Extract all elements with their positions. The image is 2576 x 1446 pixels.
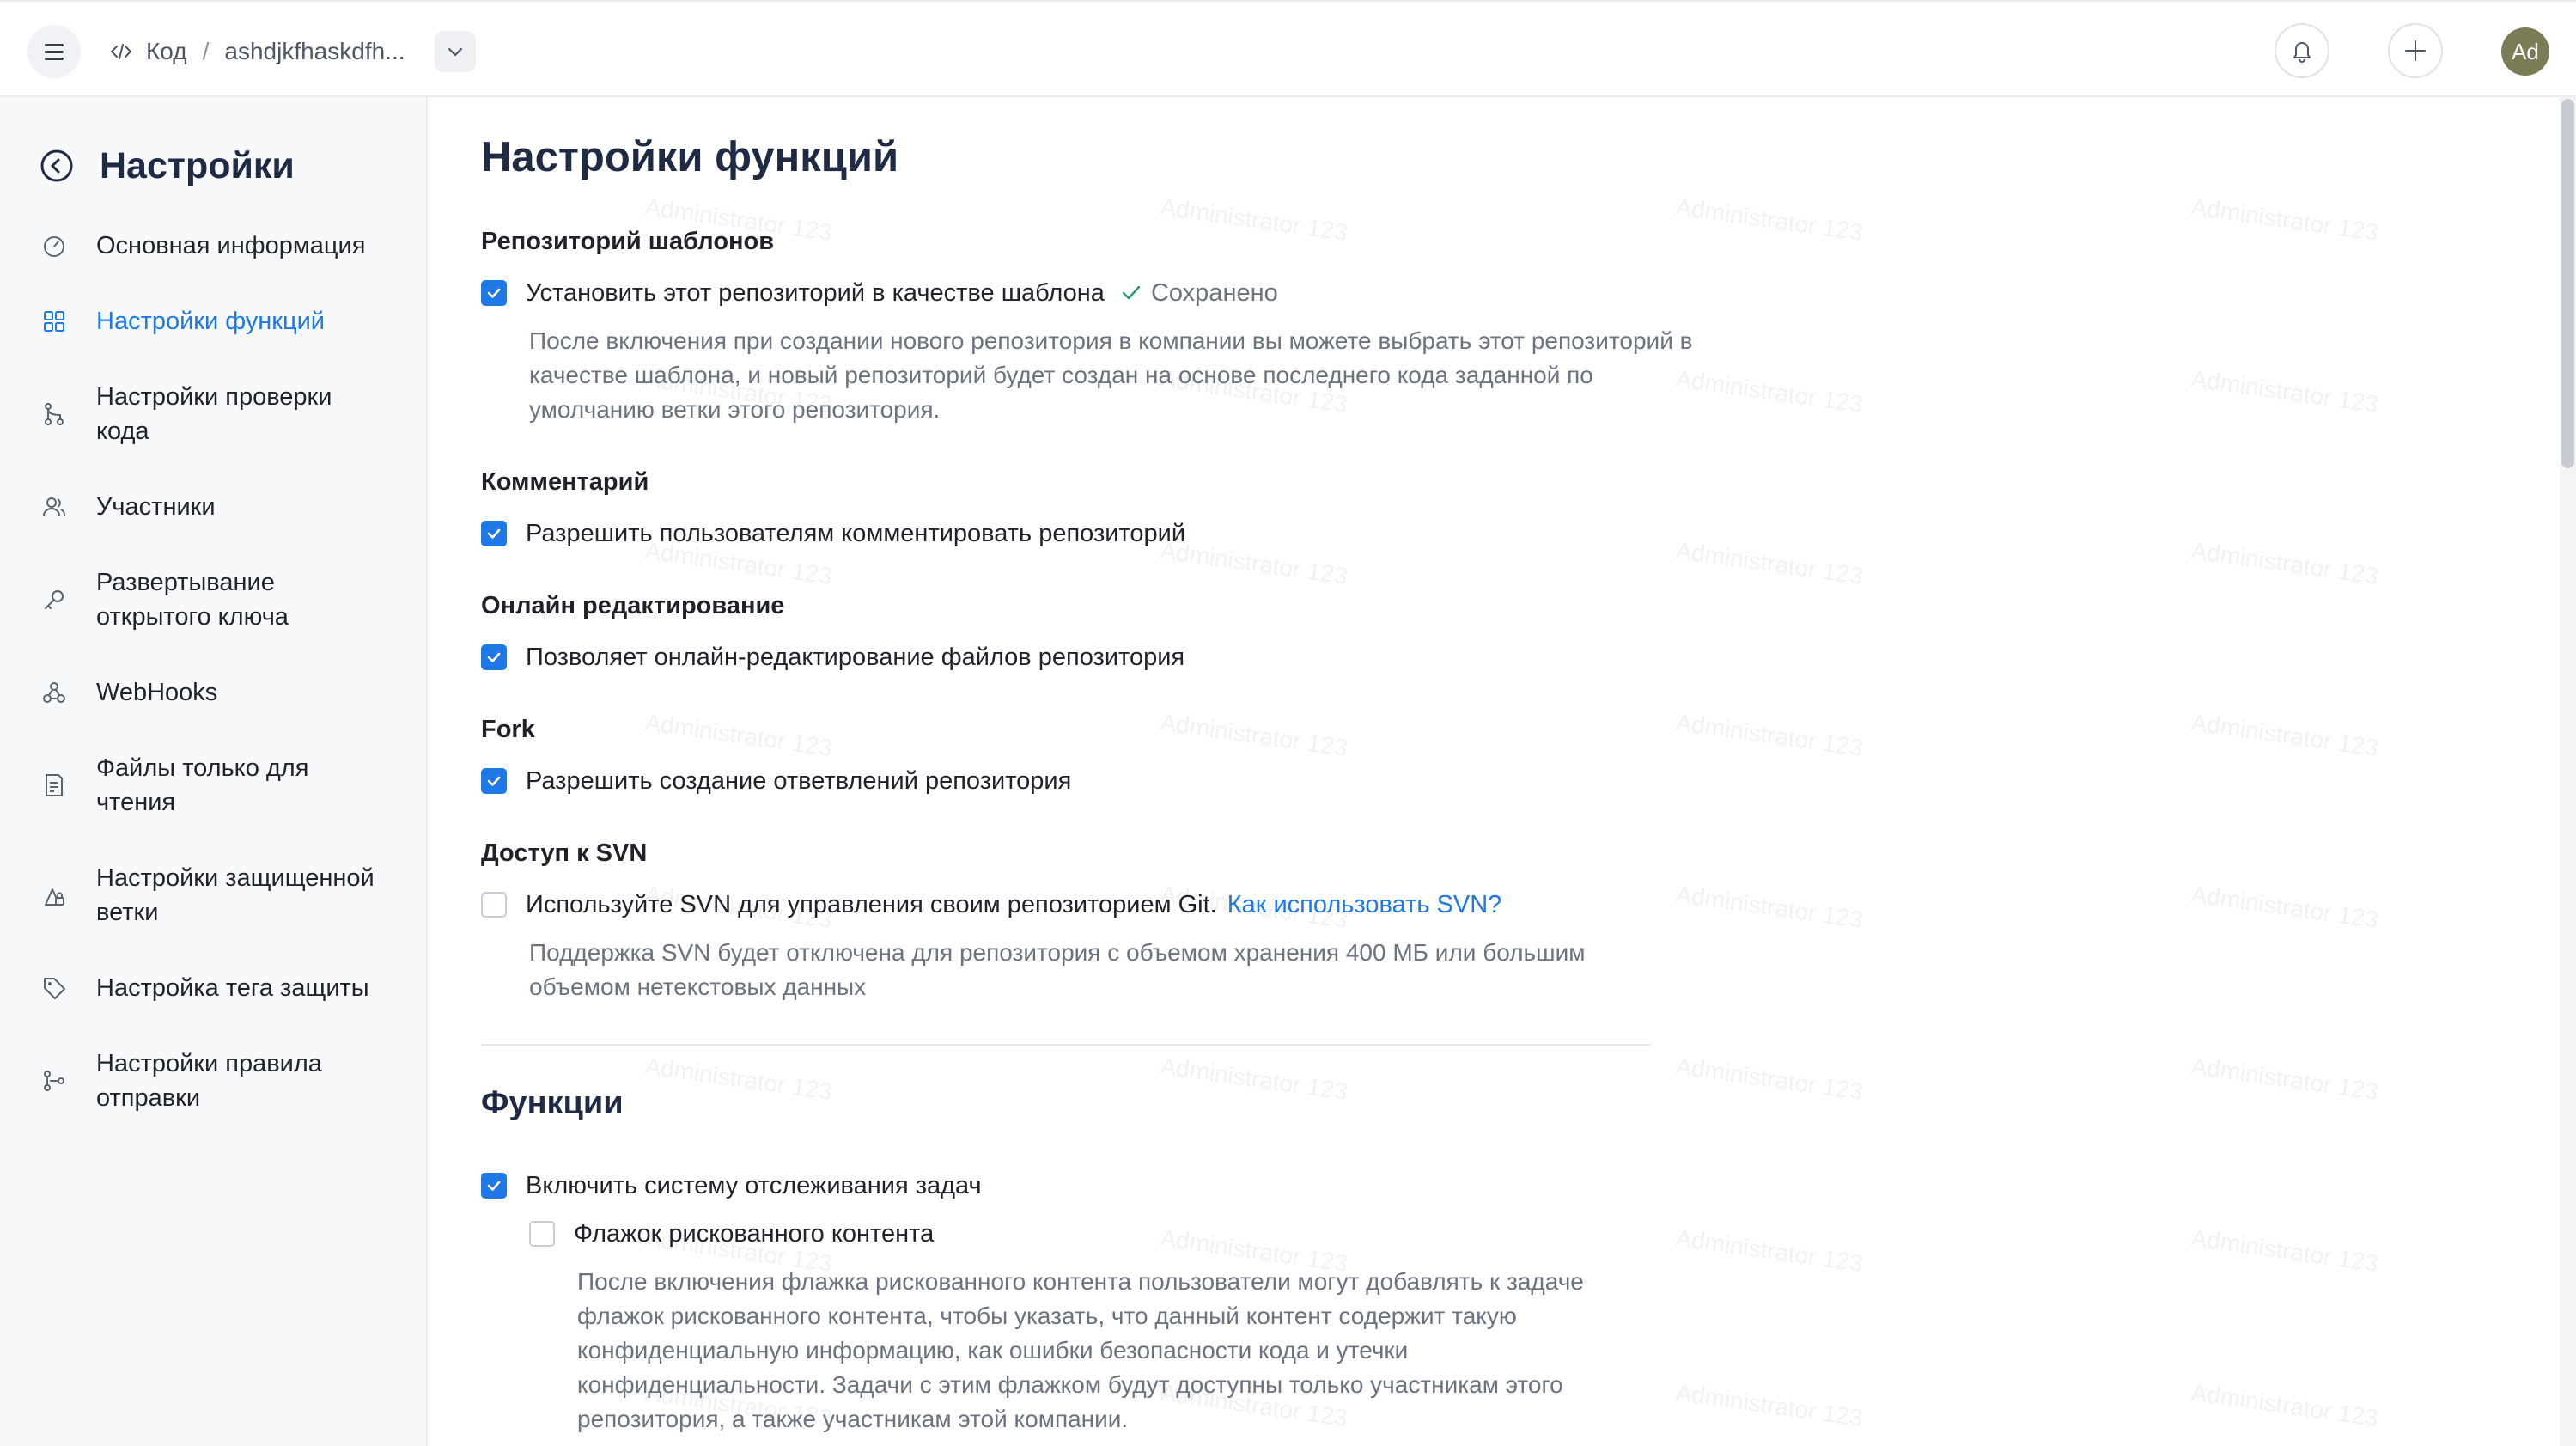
sidebar-item-webhooks[interactable]: WebHooks: [40, 675, 417, 710]
grid-icon: [40, 304, 69, 339]
issue-tracking-checkbox[interactable]: [481, 1173, 507, 1199]
sidebar-header: Настройки: [40, 140, 295, 192]
push-rule-icon: [40, 1064, 69, 1098]
svn-section-title: Доступ к SVN: [481, 839, 648, 867]
online-edit-checkbox[interactable]: [481, 644, 507, 670]
avatar[interactable]: Ad: [2501, 27, 2549, 76]
svn-checkbox[interactable]: [481, 892, 507, 918]
sidebar-item-protected-tag[interactable]: Настройка тега защиты: [40, 971, 417, 1005]
speedometer-icon: [40, 229, 69, 263]
check-icon: [487, 776, 501, 786]
sidebar-item-push-rules[interactable]: Настройки правила отправки: [40, 1046, 417, 1115]
svn-help-link[interactable]: Как использовать SVN?: [1227, 891, 1502, 919]
sidebar-item-label: Настройки защищенной ветки: [96, 864, 375, 926]
breadcrumb-separator: /: [202, 38, 210, 64]
sidebar-item-readonly-files[interactable]: Файлы только для чтения: [40, 751, 417, 820]
template-checkbox-label: Установить этот репозиторий в качестве ш…: [526, 278, 1105, 307]
online-edit-checkbox-label: Позволяет онлайн-редактирование файлов р…: [526, 643, 1185, 671]
fork-checkbox-label: Разрешить создание ответвлений репозитор…: [526, 766, 1072, 795]
sidebar-item-label: WebHooks: [96, 679, 218, 706]
plus-icon: [2405, 40, 2426, 61]
check-icon: [487, 528, 501, 539]
risky-content-checkbox-row[interactable]: Флажок рискованного контента: [529, 1217, 934, 1251]
main-content: Настройки функций Репозиторий шаблонов У…: [481, 97, 2525, 1446]
sidebar-item-label: Основная информация: [96, 232, 366, 259]
sidebar-item-label: Участники: [96, 493, 216, 521]
notifications-button[interactable]: [2275, 23, 2329, 78]
sidebar-item-code-review[interactable]: Настройки проверки кода: [40, 380, 417, 448]
checkmark-icon: [1122, 285, 1141, 300]
back-arrow-icon[interactable]: [40, 149, 74, 183]
sidebar-item-label: Настройки проверки кода: [96, 383, 332, 445]
fork-section-title: Fork: [481, 716, 535, 743]
check-icon: [487, 652, 501, 662]
lock-branch-icon: [40, 878, 69, 912]
sidebar-item-label: Развертывание открытого ключа: [96, 569, 289, 631]
functions-section-title: Функции: [481, 1085, 624, 1121]
branch-merge-icon: [40, 397, 69, 431]
settings-sidebar: Настройки Основная информация Настройки …: [0, 97, 428, 1446]
bell-icon: [2293, 42, 2311, 63]
comment-checkbox[interactable]: [481, 521, 507, 546]
scrollbar-thumb[interactable]: [2561, 99, 2574, 468]
chevron-down-icon: [448, 47, 463, 57]
webhook-icon: [40, 675, 69, 710]
sidebar-item-protected-branch[interactable]: Настройки защищенной ветки: [40, 861, 417, 930]
template-checkbox-row[interactable]: Установить этот репозиторий в качестве ш…: [481, 276, 1278, 310]
sidebar-item-deploy-keys[interactable]: Развертывание открытого ключа: [40, 565, 417, 634]
check-icon: [487, 288, 501, 298]
comment-checkbox-row[interactable]: Разрешить пользователям комментировать р…: [481, 516, 1185, 551]
repo-switcher-dropdown[interactable]: [435, 31, 476, 72]
check-icon: [487, 1181, 501, 1191]
sidebar-item-basic-info[interactable]: Основная информация: [40, 229, 417, 263]
svn-checkbox-row[interactable]: Используйте SVN для управления своим реп…: [481, 888, 1501, 922]
svn-checkbox-label: Используйте SVN для управления своим реп…: [526, 890, 1217, 918]
code-icon: [111, 44, 131, 59]
online-edit-section-title: Онлайн редактирование: [481, 592, 785, 619]
section-divider: [481, 1044, 1651, 1046]
issue-tracking-checkbox-row[interactable]: Включить систему отслеживания задач: [481, 1168, 982, 1203]
key-icon: [40, 583, 69, 617]
template-section-title: Репозиторий шаблонов: [481, 228, 775, 255]
hamburger-icon: [45, 43, 64, 60]
issue-tracking-checkbox-label: Включить систему отслеживания задач: [526, 1171, 982, 1199]
sidebar-item-members[interactable]: Участники: [40, 490, 417, 524]
fork-checkbox[interactable]: [481, 768, 507, 794]
hamburger-menu-button[interactable]: [27, 25, 81, 78]
sidebar-item-label: Настройки функций: [96, 308, 325, 335]
template-checkbox[interactable]: [481, 280, 507, 306]
risky-content-description: После включения флажка рискованного конт…: [577, 1268, 1584, 1432]
saved-status: Сохранено: [1120, 279, 1278, 308]
breadcrumb-repo-name[interactable]: ashdjkfhaskdfh...: [224, 38, 405, 65]
breadcrumb: Код / ashdjkfhaskdfh...: [108, 33, 405, 70]
sidebar-item-feature-settings[interactable]: Настройки функций: [40, 304, 417, 339]
fork-checkbox-row[interactable]: Разрешить создание ответвлений репозитор…: [481, 764, 1071, 798]
sidebar-item-label: Настройки правила отправки: [96, 1050, 322, 1112]
page-title: Настройки функций: [481, 134, 899, 180]
tag-icon: [40, 971, 69, 1005]
breadcrumb-code-link[interactable]: Код: [146, 38, 187, 65]
risky-content-checkbox[interactable]: [529, 1221, 555, 1247]
sidebar-item-label: Файлы только для чтения: [96, 754, 309, 816]
risky-content-checkbox-label: Флажок рискованного контента: [574, 1219, 935, 1248]
readonly-file-icon: [40, 768, 69, 802]
top-bar: Код / ashdjkfhaskdfh... Ad: [0, 0, 2576, 97]
sidebar-title: Настройки: [100, 144, 295, 186]
sidebar-item-label: Настройка тега защиты: [96, 974, 369, 1002]
comment-checkbox-label: Разрешить пользователям комментировать р…: [526, 519, 1186, 547]
create-new-button[interactable]: [2388, 23, 2443, 78]
online-edit-checkbox-row[interactable]: Позволяет онлайн-редактирование файлов р…: [481, 640, 1184, 674]
svn-description: Поддержка SVN будет отключена для репози…: [529, 939, 1586, 1000]
template-description: После включения при создании нового репо…: [529, 327, 1693, 423]
users-icon: [40, 490, 69, 524]
comment-section-title: Комментарий: [481, 468, 649, 496]
saved-status-text: Сохранено: [1150, 278, 1278, 307]
